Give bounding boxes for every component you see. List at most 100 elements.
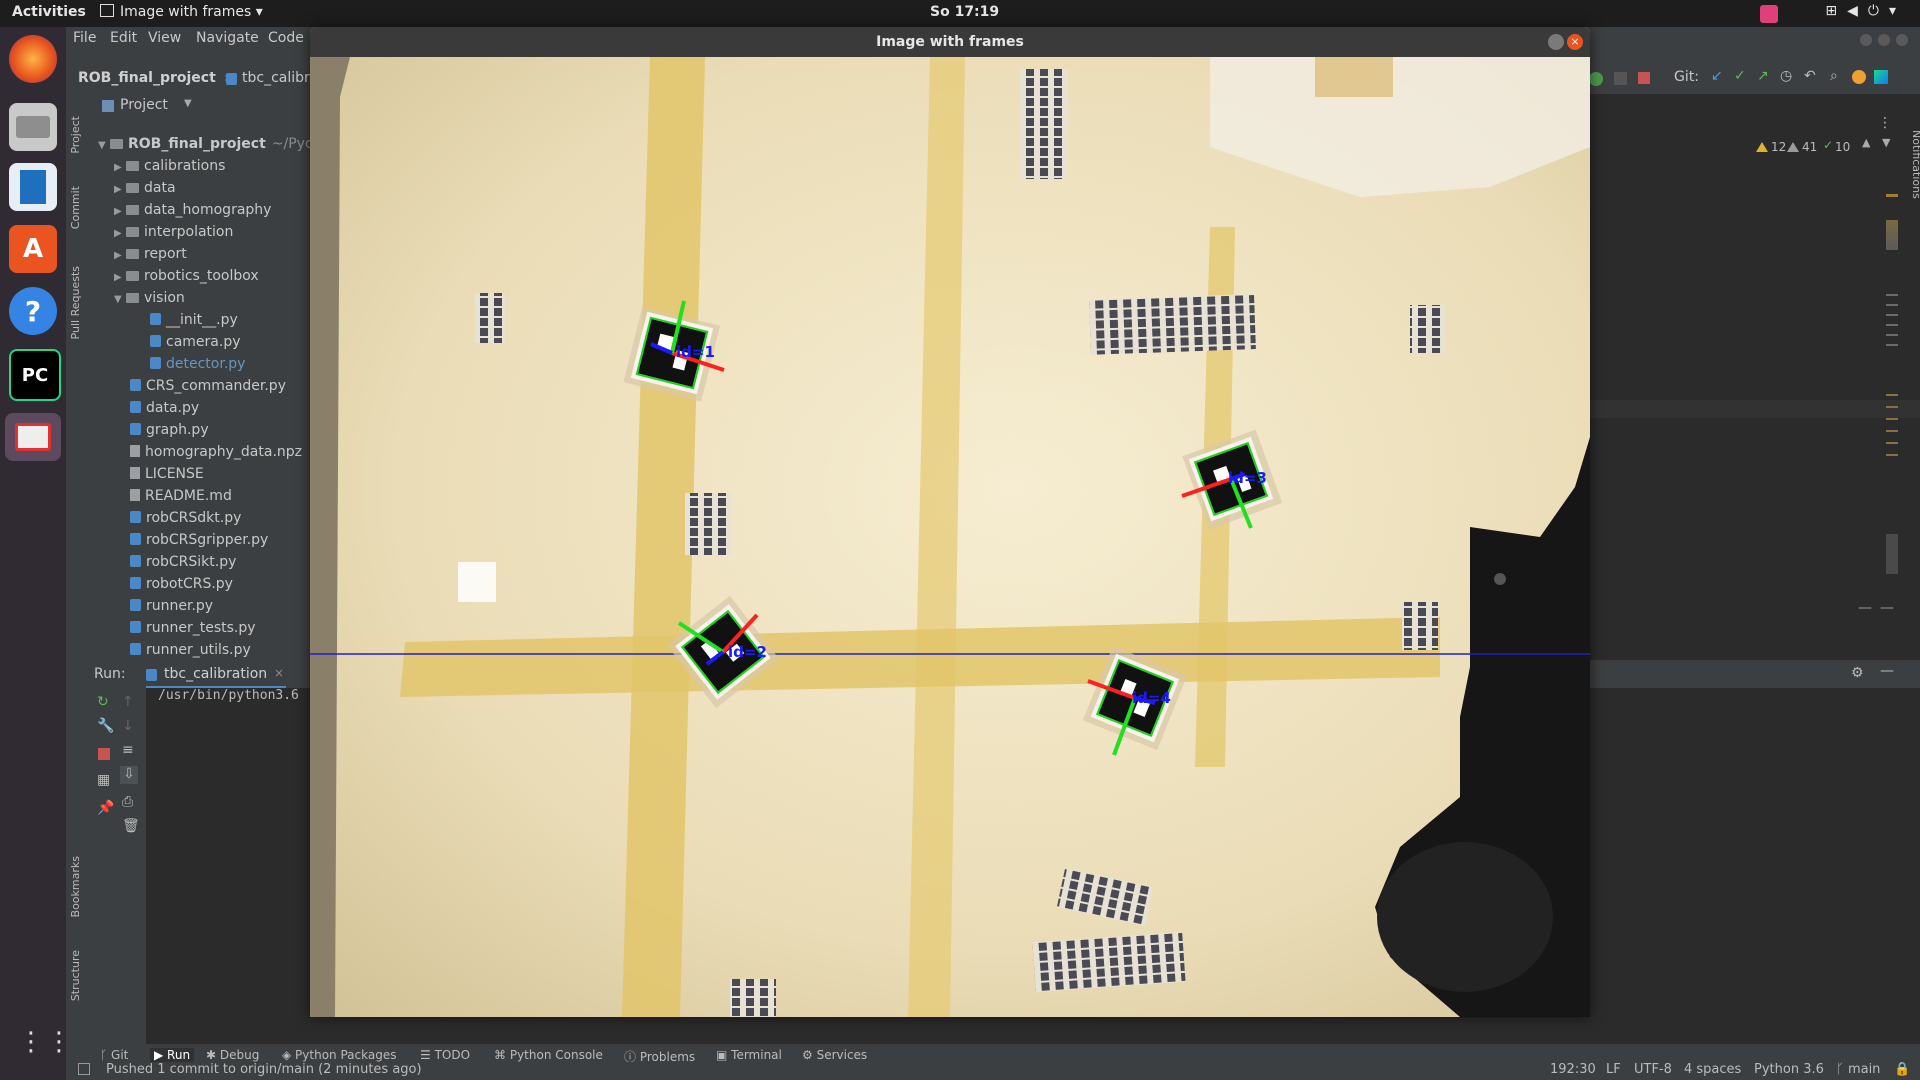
ide-update-icon[interactable] <box>1852 70 1866 84</box>
power-icon[interactable]: ⏻ <box>1868 3 1889 19</box>
tab-run[interactable]: ▶ Run <box>150 1048 195 1062</box>
git-branch-widget[interactable]: ᚴ main <box>1836 1062 1880 1077</box>
pin-tab-icon[interactable]: 📌 <box>97 800 114 816</box>
jetbrains-toolbox-icon[interactable] <box>1760 5 1778 23</box>
project-tree-item[interactable]: robCRSgripper.py <box>130 532 268 548</box>
menu-code[interactable]: Code <box>268 30 304 46</box>
help-icon[interactable]: ? <box>9 287 57 335</box>
close-button[interactable]: × <box>1567 34 1583 50</box>
camera-image[interactable]: id=1 id=3 id=2 id=4 <box>310 57 1590 1017</box>
tab-git[interactable]: ᚴ Git <box>100 1048 128 1062</box>
rerun-icon[interactable]: ↻ <box>97 694 109 710</box>
git-commit-icon[interactable]: ✓ <box>1734 68 1746 84</box>
project-tree-item[interactable]: data.py <box>130 400 199 416</box>
firefox-icon[interactable] <box>9 35 57 83</box>
stop-run-icon[interactable] <box>98 748 110 760</box>
print-icon[interactable]: ⎙ <box>122 794 133 810</box>
project-tree-item[interactable]: robCRSdkt.py <box>130 510 241 526</box>
breadcrumb-file[interactable]: tbc_calibr <box>242 70 310 86</box>
tab-services[interactable]: ⚙ Services <box>802 1048 867 1062</box>
tab-structure[interactable]: Structure <box>69 950 82 1001</box>
search-icon[interactable]: ⌕ <box>1830 68 1838 84</box>
chevron-right-icon[interactable]: ▶ <box>114 162 126 173</box>
git-push-icon[interactable]: ↗ <box>1757 68 1769 84</box>
ide-minimize-button[interactable] <box>1860 34 1872 46</box>
chevron-right-icon[interactable]: ▶ <box>114 206 126 217</box>
files-icon[interactable] <box>9 103 57 151</box>
close-tab-icon[interactable]: × <box>274 666 284 680</box>
project-tree-item[interactable]: detector.py <box>150 356 245 372</box>
scroll-up-icon[interactable]: ↑ <box>122 694 134 710</box>
hide-panel-icon[interactable]: — <box>1880 663 1894 679</box>
chevron-down-icon[interactable]: ▼ <box>114 294 126 305</box>
volume-icon[interactable]: ◀ <box>1847 3 1868 19</box>
tab-python-packages[interactable]: ◈ Python Packages <box>282 1048 396 1062</box>
chevron-right-icon[interactable]: ▶ <box>114 272 126 283</box>
chevron-down-icon[interactable]: ▼ <box>98 140 110 151</box>
lock-icon[interactable]: 🔒 <box>1894 1062 1910 1077</box>
typo-count[interactable]: 10 <box>1835 140 1850 154</box>
project-tree-item[interactable]: ▼ ROB_final_project ~/Pyc <box>98 136 310 152</box>
project-tree-item[interactable]: ▶ data_homography <box>114 202 271 218</box>
next-highlight-icon[interactable]: ▼ <box>1882 136 1890 149</box>
image-viewer-running-icon[interactable] <box>5 413 61 461</box>
run-console-output[interactable]: /usr/bin/python3.6 <box>158 688 299 703</box>
activities-button[interactable]: Activities <box>12 4 86 20</box>
chevron-right-icon[interactable]: ▶ <box>114 184 126 195</box>
settings-gear-icon[interactable]: ⚙ <box>1851 665 1864 681</box>
network-icon[interactable]: ⊞ <box>1825 3 1847 19</box>
project-tree-item[interactable]: README.md <box>130 488 232 504</box>
chevron-right-icon[interactable]: ▶ <box>114 228 126 239</box>
menu-edit[interactable]: Edit <box>110 30 137 46</box>
project-tree-item[interactable]: runner_utils.py <box>130 642 251 658</box>
project-tree-item[interactable]: CRS_commander.py <box>130 378 286 394</box>
tab-bookmarks[interactable]: Bookmarks <box>69 856 82 917</box>
project-tree-item[interactable]: robotCRS.py <box>130 576 233 592</box>
tab-debug[interactable]: ✱ Debug <box>206 1048 259 1062</box>
toggle-tool-windows-icon[interactable] <box>78 1063 90 1075</box>
git-history-icon[interactable]: ◷ <box>1780 68 1792 84</box>
file-encoding[interactable]: UTF-8 <box>1634 1062 1672 1077</box>
menu-file[interactable]: File <box>73 30 96 46</box>
clear-all-icon[interactable]: 🗑 <box>122 818 140 834</box>
tray-chevron-down-icon[interactable]: ▾ <box>1889 3 1906 19</box>
project-tree-item[interactable]: ▶ report <box>114 246 187 262</box>
system-tray[interactable]: ⊞◀⏻▾ <box>1825 3 1906 19</box>
project-tree-item[interactable]: LICENSE <box>130 466 204 482</box>
project-tree-item[interactable]: ▶ interpolation <box>114 224 233 240</box>
project-tree-item[interactable]: runner.py <box>130 598 213 614</box>
editor-collapse-icon[interactable]: — <box>1858 600 1872 616</box>
line-separator[interactable]: LF <box>1606 1062 1621 1077</box>
tab-terminal[interactable]: ▣ Terminal <box>716 1048 782 1062</box>
indent-setting[interactable]: 4 spaces <box>1684 1062 1741 1077</box>
editor-options-icon[interactable]: ⋮ <box>1878 115 1892 131</box>
weak-warning-count[interactable]: 41 <box>1802 140 1817 154</box>
image-window[interactable]: Image with frames × id=1 id=3 id=2 id=4 <box>310 27 1590 1017</box>
ide-maximize-button[interactable] <box>1878 34 1890 46</box>
code-with-me-icon[interactable] <box>1874 70 1888 84</box>
run-icon[interactable] <box>1589 72 1603 86</box>
project-tree-item[interactable]: ▶ calibrations <box>114 158 225 174</box>
ide-close-button[interactable] <box>1896 34 1908 46</box>
project-tree-item[interactable]: homography_data.npz <box>130 444 302 460</box>
project-tree-item[interactable]: ▶ robotics_toolbox <box>114 268 259 284</box>
tab-commit[interactable]: Commit <box>69 186 82 229</box>
project-view-chevron-down-icon[interactable]: ▼ <box>184 98 192 109</box>
project-tree-item[interactable]: camera.py <box>150 334 240 350</box>
project-tree-item[interactable]: robCRSikt.py <box>130 554 236 570</box>
editor-scrollbar[interactable] <box>1886 534 1898 574</box>
modify-run-config-icon[interactable]: 🔧 <box>97 718 114 734</box>
status-message[interactable]: Pushed 1 commit to origin/main (2 minute… <box>106 1062 422 1077</box>
active-window-menu[interactable]: Image with frames ▾ <box>100 4 263 20</box>
project-tree-item[interactable]: ▶ data <box>114 180 176 196</box>
pycharm-icon[interactable]: PC <box>9 349 61 401</box>
breadcrumb-project[interactable]: ROB_final_project <box>78 70 216 86</box>
tab-python-console[interactable]: ⌘ Python Console <box>494 1048 603 1062</box>
project-tree-item[interactable]: __init__.py <box>150 312 238 328</box>
software-center-icon[interactable]: A <box>9 225 57 273</box>
project-tree-item[interactable]: graph.py <box>130 422 209 438</box>
layout-icon[interactable]: ▦ <box>97 772 110 788</box>
git-update-icon[interactable]: ↙ <box>1711 68 1723 84</box>
previous-highlight-icon[interactable]: ▲ <box>1862 136 1870 149</box>
menu-navigate[interactable]: Navigate <box>196 30 259 46</box>
